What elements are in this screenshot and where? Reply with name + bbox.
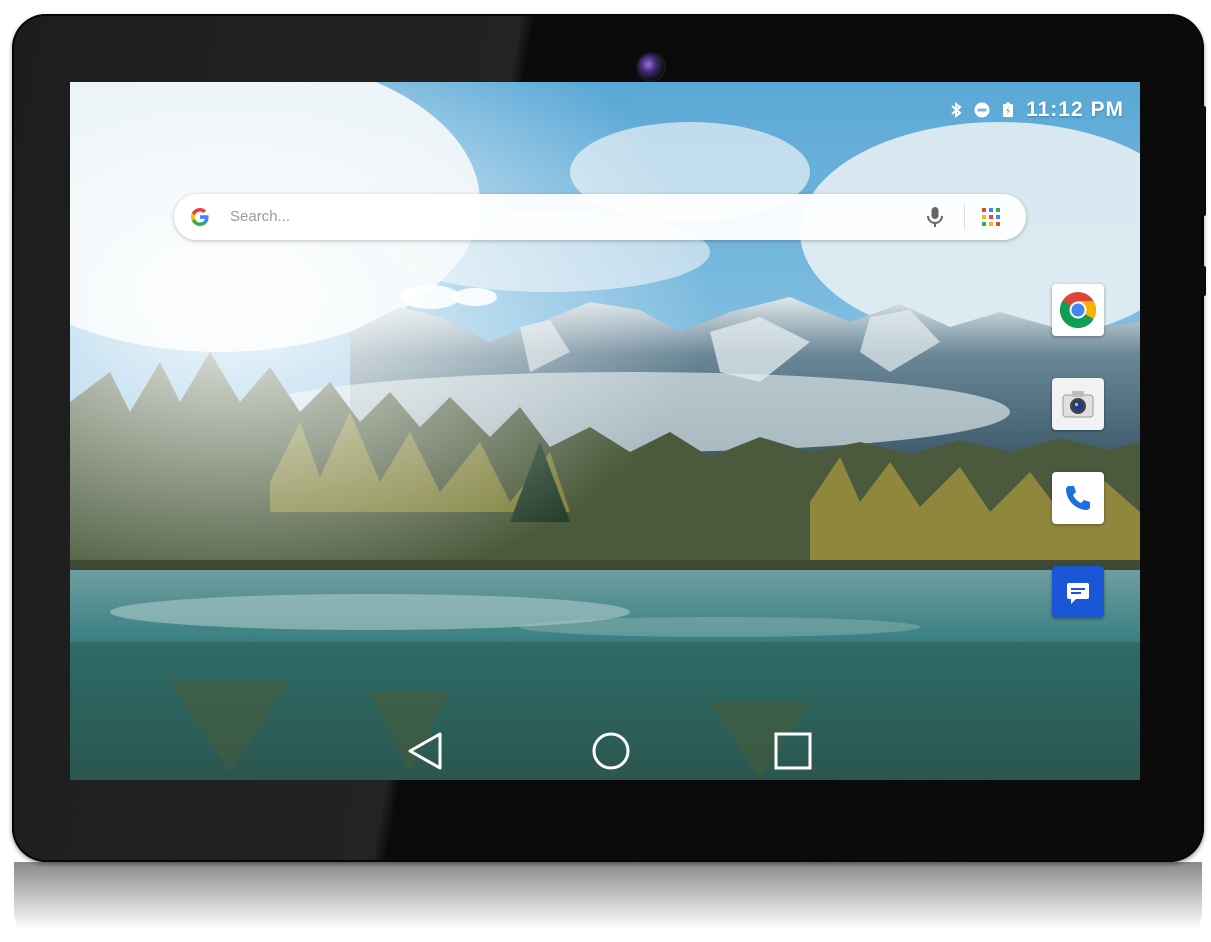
power-button [1200, 106, 1206, 216]
tablet-reflection [14, 862, 1202, 942]
home-circle-icon[interactable] [588, 728, 634, 774]
messages-icon [1067, 583, 1089, 604]
battery-charging-icon [1003, 102, 1014, 117]
camera-app[interactable] [1052, 378, 1104, 430]
volume-button [1200, 266, 1206, 296]
home-screen: 11:12 PM Search... [70, 82, 1140, 780]
bluetooth-icon [951, 102, 962, 118]
status-clock: 11:12 PM [1026, 98, 1124, 121]
microphone-icon[interactable] [924, 205, 946, 229]
google-search-bar[interactable]: Search... [174, 194, 1026, 240]
chrome-icon [1059, 292, 1097, 329]
messages-app[interactable] [1052, 566, 1104, 618]
search-placeholder[interactable]: Search... [230, 208, 290, 225]
chrome-app[interactable] [1052, 284, 1104, 336]
wallpaper-image [70, 82, 1140, 780]
google-g-icon [191, 208, 209, 226]
do-not-disturb-icon [974, 102, 990, 118]
camera-icon [1062, 391, 1094, 418]
phone-app[interactable] [1052, 472, 1104, 524]
status-bar: 11:12 PM [948, 98, 1124, 122]
search-divider [964, 204, 965, 230]
recents-square-icon[interactable] [770, 728, 816, 774]
app-grid-icon[interactable] [980, 206, 1002, 228]
phone-icon [1066, 486, 1090, 510]
back-triangle-icon[interactable] [402, 728, 448, 774]
navigation-bar [70, 722, 1140, 780]
front-camera-icon [638, 54, 664, 80]
